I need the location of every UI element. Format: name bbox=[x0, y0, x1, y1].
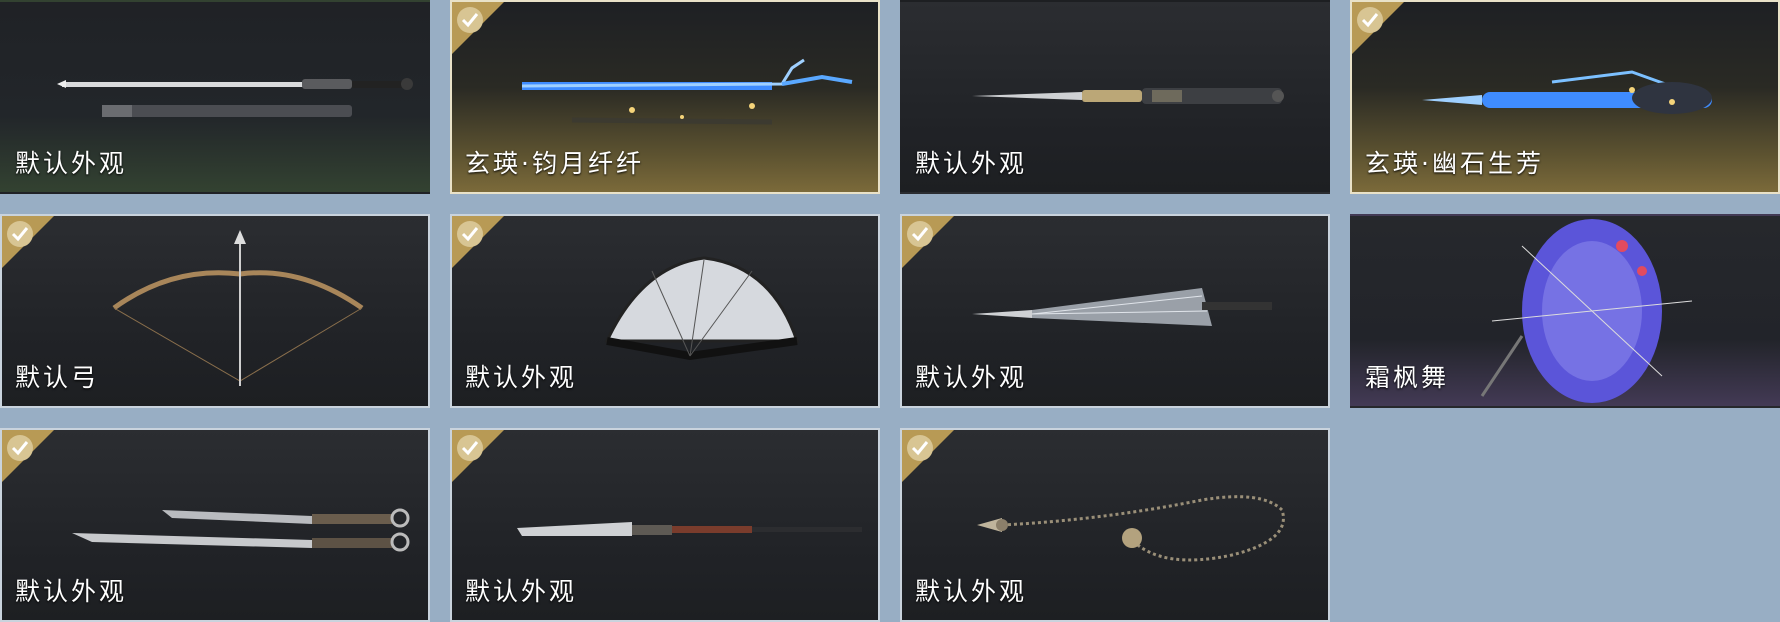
skin-name: 默认外观 bbox=[915, 577, 1028, 606]
owned-check-icon bbox=[902, 216, 954, 268]
skin-card-10[interactable]: 默认外观 bbox=[450, 428, 880, 622]
skin-card-9[interactable]: 默认外观 bbox=[0, 428, 430, 622]
skin-name: 默认外观 bbox=[915, 363, 1028, 392]
owned-check-icon bbox=[2, 216, 54, 268]
skin-card-3[interactable]: 默认外观 bbox=[900, 0, 1330, 194]
skin-card-4[interactable]: 玄瑛·幽石生芳 bbox=[1350, 0, 1780, 194]
skin-name: 默认外观 bbox=[915, 149, 1028, 178]
owned-check-icon bbox=[902, 430, 954, 482]
skin-name: 默认外观 bbox=[15, 577, 128, 606]
owned-check-icon bbox=[452, 2, 504, 54]
skin-card-6[interactable]: 默认外观 bbox=[450, 214, 880, 408]
skin-name: 默认外观 bbox=[15, 149, 128, 178]
skin-card-5[interactable]: 默认弓 bbox=[0, 214, 430, 408]
skin-card-8[interactable]: 霜枫舞 bbox=[1350, 214, 1780, 408]
skin-card-1[interactable]: 默认外观 bbox=[0, 0, 430, 194]
skin-card-7[interactable]: 默认外观 bbox=[900, 214, 1330, 408]
owned-check-icon bbox=[452, 216, 504, 268]
owned-check-icon bbox=[452, 430, 504, 482]
skin-name: 霜枫舞 bbox=[1365, 363, 1450, 392]
skin-name: 默认外观 bbox=[465, 577, 578, 606]
skin-card-11[interactable]: 默认外观 bbox=[900, 428, 1330, 622]
owned-check-icon bbox=[2, 430, 54, 482]
skin-name: 玄瑛·幽石生芳 bbox=[1365, 149, 1544, 178]
skin-card-2[interactable]: 玄瑛·钧月纤纤 bbox=[450, 0, 880, 194]
skin-name: 玄瑛·钧月纤纤 bbox=[465, 149, 644, 178]
owned-check-icon bbox=[1352, 2, 1404, 54]
skin-name: 默认弓 bbox=[15, 363, 100, 392]
skin-name: 默认外观 bbox=[465, 363, 578, 392]
